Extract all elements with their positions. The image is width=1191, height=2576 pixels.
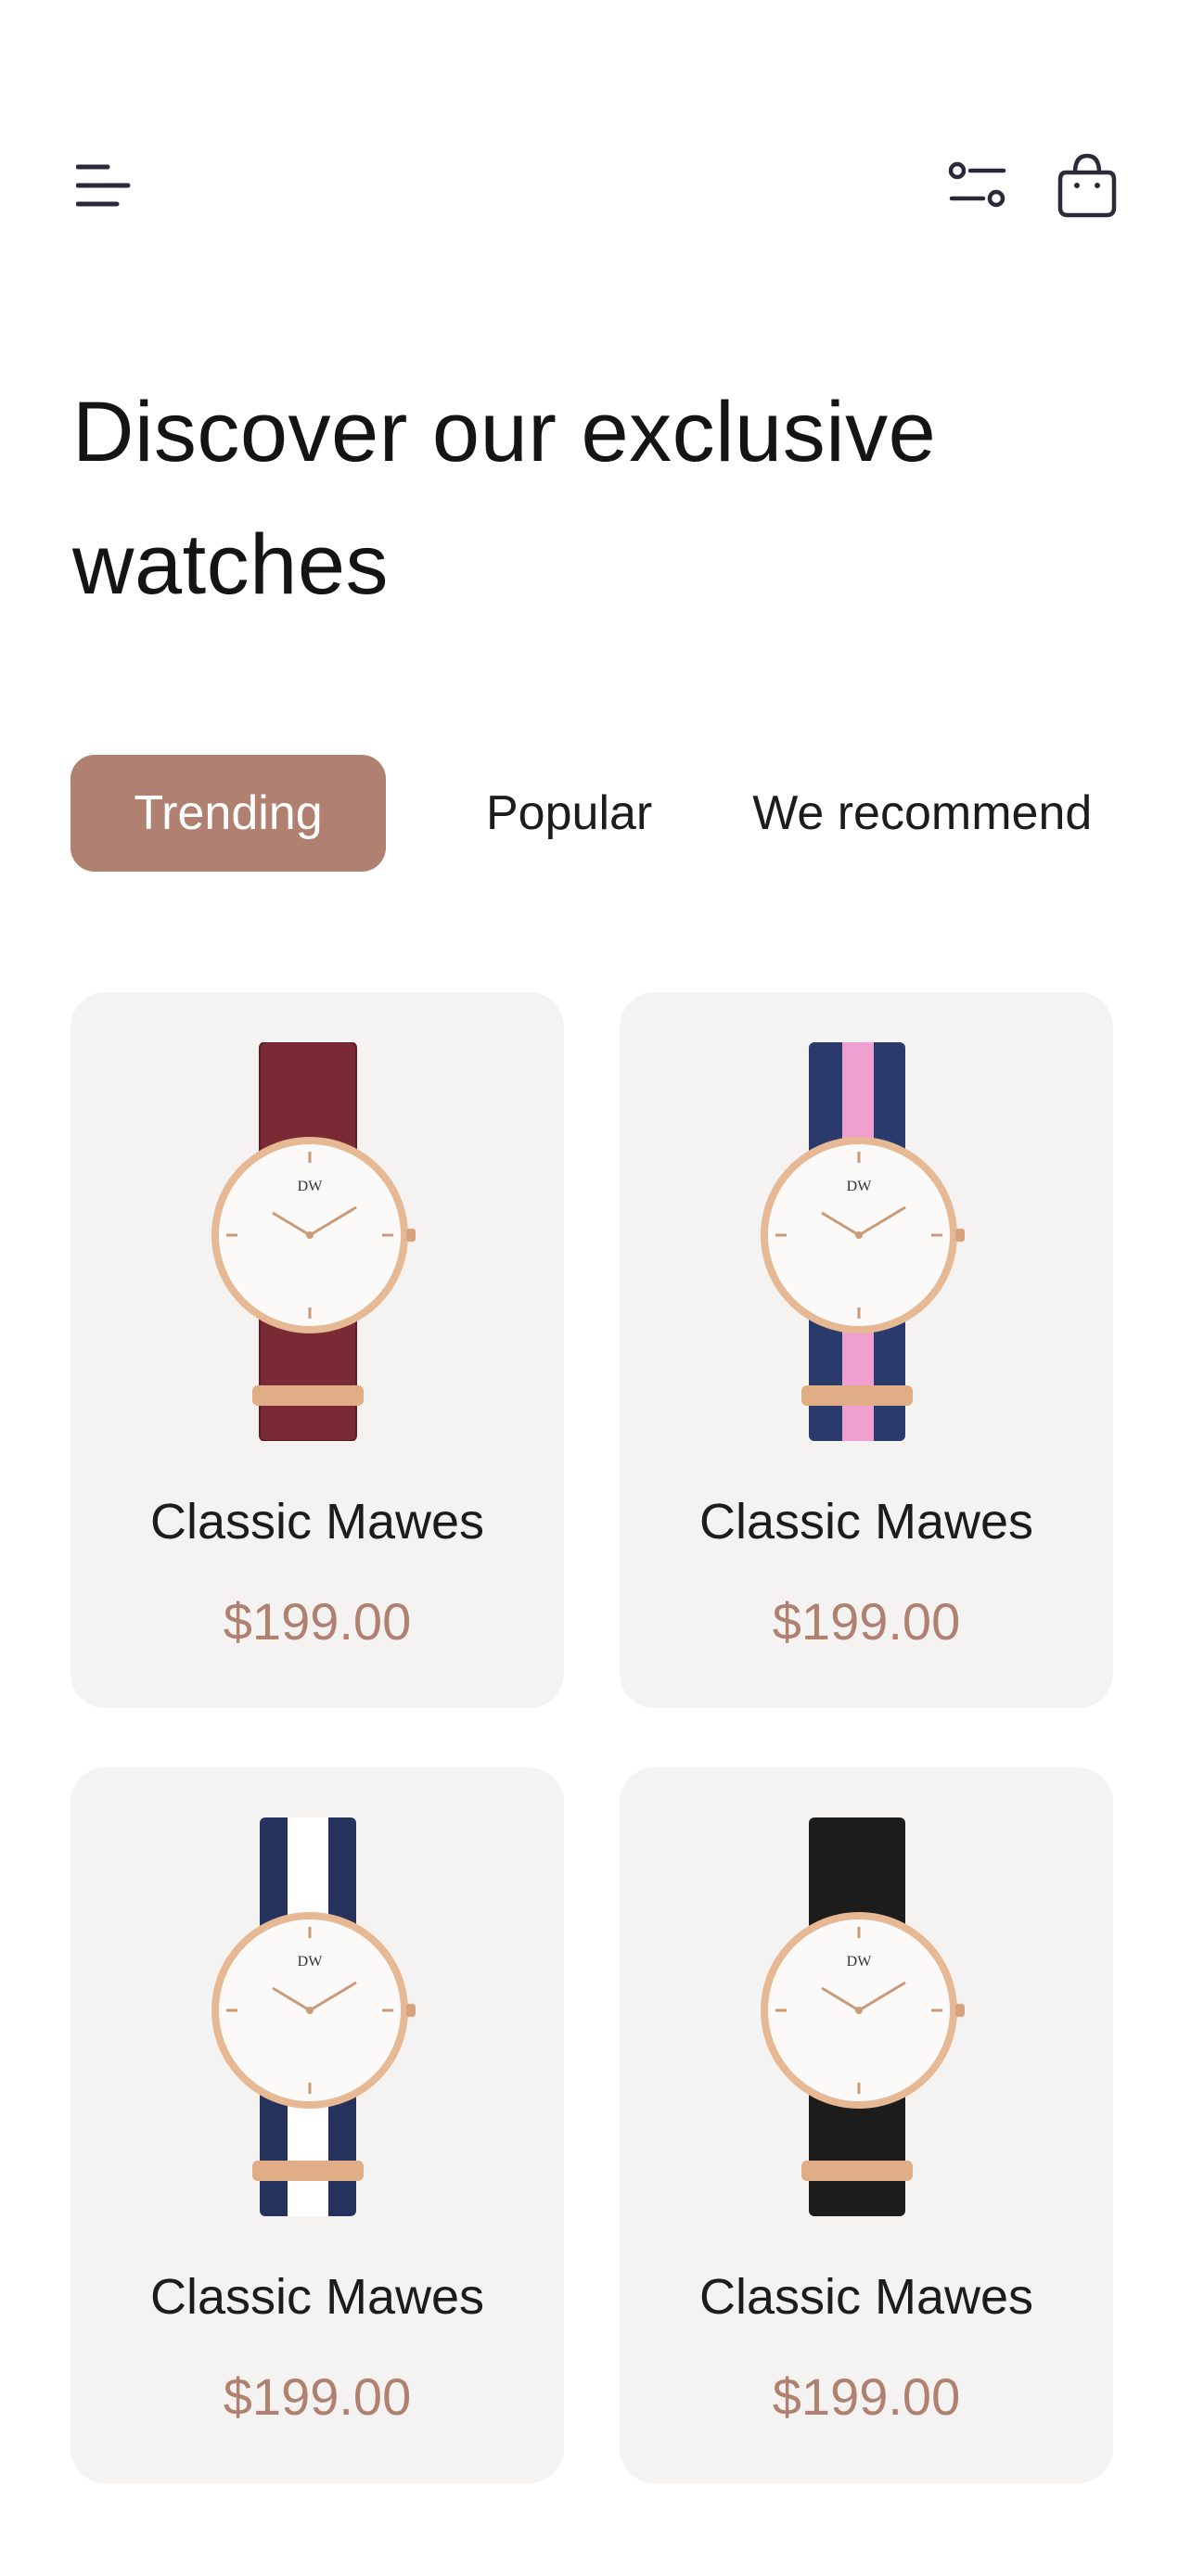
tab-we-recommend[interactable]: We recommend [752,785,1092,841]
header-actions [941,148,1124,223]
top-bar [67,148,1124,223]
svg-text:DW: DW [298,1954,324,1970]
product-price: $199.00 [223,2367,412,2426]
filter-button[interactable] [941,148,1015,223]
product-card[interactable]: DW Classic Mawes $199.00 [70,992,564,1708]
product-name: Classic Mawes [698,2269,1034,2325]
tab-popular[interactable]: Popular [486,785,652,841]
product-price: $199.00 [223,1592,412,1651]
product-price: $199.00 [772,1592,961,1651]
product-name: Classic Mawes [149,2269,485,2325]
watch-image: DW [211,1042,416,1441]
watch-image: DW [761,1817,965,2216]
watch-image: DW [211,1817,416,2216]
product-card[interactable]: DW Classic Mawes $199.00 [70,1767,564,2483]
watch-image: DW [761,1042,965,1441]
product-card[interactable]: DW Classic Mawes $199.00 [620,1767,1113,2483]
menu-button[interactable] [67,148,141,223]
product-card[interactable]: DW Classic Mawes $199.00 [620,992,1113,1708]
category-tabs: Trending Popular We recommend [70,755,1124,872]
svg-text:DW: DW [847,1179,873,1194]
shopping-bag-icon [1057,153,1117,218]
page-title: Discover our exclusive watches [72,385,937,612]
menu-lines-icon [76,164,131,207]
svg-text:DW: DW [298,1179,324,1194]
tab-trending[interactable]: Trending [70,755,386,872]
product-name: Classic Mawes [698,1494,1034,1549]
product-price: $199.00 [772,2367,961,2426]
product-grid: DW Classic Mawes $199.00 DW Classic Mawe… [70,992,1113,2483]
cart-button[interactable] [1050,148,1124,223]
svg-text:DW: DW [847,1954,873,1970]
filter-sliders-icon [948,161,1006,208]
product-name: Classic Mawes [149,1494,485,1549]
